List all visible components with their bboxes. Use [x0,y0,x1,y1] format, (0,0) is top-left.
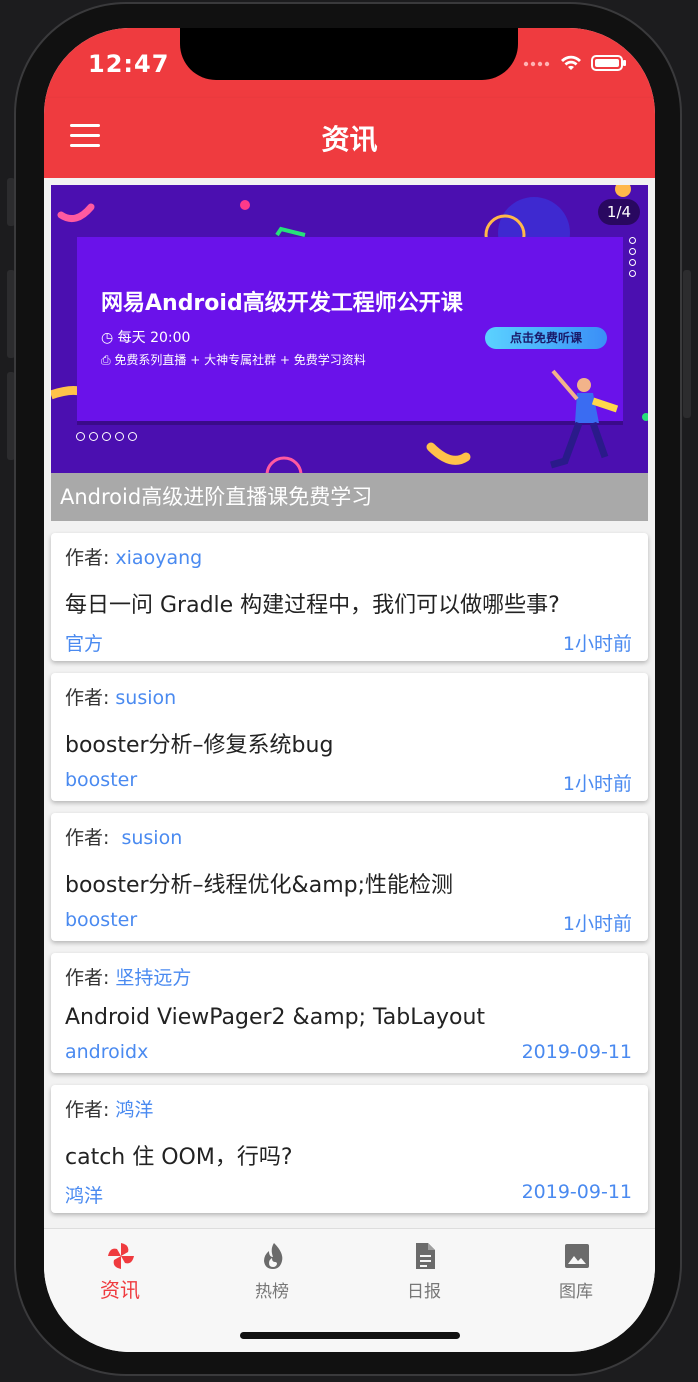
banner-cta-button[interactable]: 点击免费听课 [485,327,607,349]
battery-icon [591,55,626,71]
tab-gallery[interactable]: 图库 [500,1229,652,1309]
power-button [683,270,691,418]
tab-label: 热榜 [255,1282,289,1302]
article-author: 作者: xiaoyang [65,543,202,570]
article-card[interactable]: 作者: 鸿洋 catch 住 OOM，行吗? 鸿洋 2019-09-11 [51,1085,648,1213]
presenter-illustration-icon [550,369,619,469]
article-card[interactable]: 作者: susion booster分析–修复系统bug booster 1小时前 [51,673,648,801]
fire-icon [264,1243,283,1269]
wifi-icon [561,55,581,70]
tab-news[interactable]: 资讯 [44,1229,196,1309]
banner-side-dots [629,237,636,277]
image-icon [565,1244,589,1268]
article-tag[interactable]: booster [65,909,137,931]
article-card[interactable]: 作者: 坚持远方 Android ViewPager2 &amp; TabLayo… [51,953,648,1073]
author-label: 作者: [65,687,110,709]
article-author: 作者: susion [65,823,182,850]
author-name[interactable]: xiaoyang [115,547,202,569]
screen: 12:47 资讯 网易Android高级开发工程师公开课 ◷ 每天 20:00 … [44,28,655,1352]
article-time: 1小时前 [562,913,632,935]
banner-carousel[interactable]: 网易Android高级开发工程师公开课 ◷ 每天 20:00 ⎙ 免费系列直播 … [51,185,648,521]
author-label: 作者: [65,1099,110,1121]
author-name[interactable]: 鸿洋 [115,1099,153,1121]
tab-label: 图库 [559,1282,593,1302]
news-feed[interactable]: 网易Android高级开发工程师公开课 ◷ 每天 20:00 ⎙ 免费系列直播 … [44,178,655,1228]
clock-icon: ◷ [101,330,118,346]
banner-schedule-text: 每天 20:00 [117,330,191,346]
article-author: 作者: susion [65,683,176,710]
article-time: 2019-09-11 [521,1041,632,1063]
article-tag[interactable]: 鸿洋 [65,1181,103,1208]
carousel-page-indicator: 1/4 [598,199,640,225]
tab-hot[interactable]: 热榜 [196,1229,348,1309]
notch [180,28,518,80]
document-icon [416,1243,435,1269]
tab-daily[interactable]: 日报 [348,1229,500,1309]
status-icons [523,54,627,72]
banner-perks-text: 免费系列直播 + 大神专属社群 + 免费学习资料 [114,353,366,367]
banner-schedule: ◷ 每天 20:00 [101,327,190,347]
banner-headline: 网易Android高级开发工程师公开课 [101,291,463,316]
banner-caption: Android高级进阶直播课免费学习 [51,473,648,521]
article-title[interactable]: booster分析–修复系统bug [65,727,333,759]
article-time: 1小时前 [562,633,632,655]
status-time: 12:47 [88,50,170,78]
home-indicator[interactable] [240,1332,460,1339]
author-name[interactable]: 坚持远方 [115,967,191,989]
page-title: 资讯 [321,123,378,156]
article-card[interactable]: 作者: xiaoyang 每日一问 Gradle 构建过程中，我们可以做哪些事? … [51,533,648,661]
article-card[interactable]: 作者: susion booster分析–线程优化&amp;性能检测 boost… [51,813,648,941]
author-name[interactable]: susion [115,827,182,849]
author-label: 作者: [65,827,110,849]
article-title[interactable]: booster分析–线程优化&amp;性能检测 [65,867,453,899]
article-author: 作者: 坚持远方 [65,963,191,990]
article-title[interactable]: catch 住 OOM，行吗? [65,1139,293,1171]
banner-image[interactable]: 网易Android高级开发工程师公开课 ◷ 每天 20:00 ⎙ 免费系列直播 … [51,185,648,473]
article-title[interactable]: Android ViewPager2 &amp; TabLayout [65,1005,485,1030]
phone-frame: 12:47 资讯 网易Android高级开发工程师公开课 ◷ 每天 20:00 … [0,0,698,1382]
app-bar: 资讯 [44,98,655,178]
carousel-dots [76,432,137,441]
article-title[interactable]: 每日一问 Gradle 构建过程中，我们可以做哪些事? [65,587,560,619]
tab-label: 日报 [407,1282,441,1302]
author-name[interactable]: susion [115,687,176,709]
banner-perks: ⎙ 免费系列直播 + 大神专属社群 + 免费学习资料 [101,351,366,368]
author-label: 作者: [65,967,110,989]
banner-panel-shadow [77,421,623,425]
article-time: 2019-09-11 [521,1181,632,1203]
signal-icon [523,61,550,67]
article-tag[interactable]: booster [65,769,137,791]
tab-label: 资讯 [100,1278,140,1302]
author-label: 作者: [65,547,110,569]
article-tag[interactable]: androidx [65,1041,148,1063]
article-time: 1小时前 [562,773,632,795]
article-author: 作者: 鸿洋 [65,1095,153,1122]
gift-icon: ⎙ [101,353,115,367]
pinwheel-icon [108,1243,134,1269]
article-tag[interactable]: 官方 [65,629,103,656]
